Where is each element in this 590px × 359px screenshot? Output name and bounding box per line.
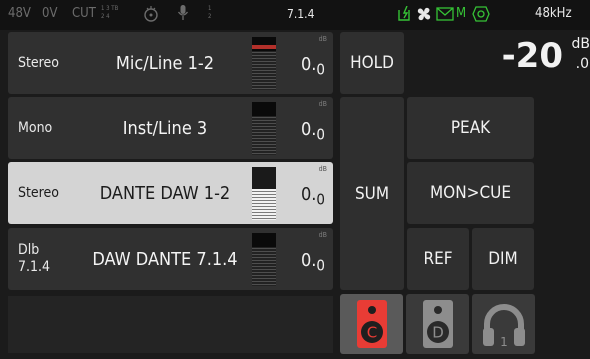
db-label: dB	[318, 165, 327, 173]
channel-row-mic-line[interactable]: Stereo Mic/Line 1-2 dB 0.0	[8, 32, 333, 94]
channel-type-line2: 7.1.4	[18, 259, 51, 275]
phantom-power-indicator: 48V	[8, 6, 31, 21]
db-label: dB	[318, 231, 327, 239]
level-meter	[252, 37, 276, 90]
empty-slot	[8, 296, 333, 353]
level-meter	[252, 102, 276, 155]
mic-fraction-top: 1	[208, 5, 212, 12]
settings-icon	[472, 6, 490, 22]
speaker-c-icon: C	[356, 300, 387, 348]
dim-button[interactable]: DIM	[472, 228, 534, 290]
gain-value: 0.0	[300, 184, 325, 209]
channel-type: Stereo	[18, 184, 60, 201]
gain-value: 0.0	[300, 119, 325, 144]
sample-rate: 48kHz	[535, 6, 572, 21]
speaker-d-icon: D	[422, 300, 453, 348]
fan-icon	[417, 7, 431, 21]
status-bar: 48V 0V CUT 1 3 TB 2 4 1 2 7.1.4 M 48kHz	[0, 0, 590, 30]
speaker-set-c-button[interactable]: C	[340, 294, 403, 354]
speaker-format-label: 7.1.4	[287, 7, 315, 21]
peak-button[interactable]: PEAK	[407, 97, 534, 159]
channel-type-line1: Dlb	[18, 242, 40, 258]
speaker-c-letter: C	[366, 324, 376, 342]
ref-button[interactable]: REF	[407, 228, 469, 290]
mic-fraction-bottom: 2	[208, 13, 212, 20]
headphone-icon: 1	[482, 304, 525, 349]
m-indicator: M	[456, 6, 467, 21]
channel-row-daw-dante-714[interactable]: Dlb 7.1.4 DAW DANTE 7.1.4 dB 0.0	[8, 228, 333, 290]
gain-value: 0.0	[300, 250, 325, 275]
channel-type: Stereo	[18, 54, 60, 71]
channel-type: Mono	[18, 119, 53, 136]
mon-cue-button[interactable]: MON>CUE	[407, 162, 534, 224]
channel-type: Dlb 7.1.4	[18, 228, 80, 290]
channel-name: Mic/Line 1-2	[115, 52, 215, 74]
level-meter	[252, 233, 276, 286]
microphone-icon	[177, 5, 189, 20]
hold-button[interactable]: HOLD	[340, 32, 404, 94]
headphone-number: 1	[500, 335, 508, 349]
channel-row-inst-line[interactable]: Mono Inst/Line 3 dB 0.0	[8, 97, 333, 159]
db-label: dB	[318, 35, 327, 43]
speaker-d-letter: D	[432, 324, 444, 342]
mail-icon	[436, 7, 454, 21]
level-unit-bottom: .0	[575, 56, 589, 72]
speaker-set-d-button[interactable]: D	[406, 294, 469, 354]
channel-name: DANTE DAW 1-2	[99, 182, 231, 204]
channel-name: Inst/Line 3	[122, 117, 208, 139]
db-label: dB	[318, 100, 327, 108]
gain-value: 0.0	[300, 54, 325, 79]
talkback-icon	[144, 6, 158, 22]
channel-name: DAW DANTE 7.1.4	[92, 248, 238, 270]
cut-channels-top: 1 3 TB	[101, 5, 119, 12]
level-meter	[252, 167, 276, 220]
cut-indicator: CUT	[72, 6, 96, 21]
zero-volt-indicator: 0V	[42, 6, 58, 21]
sum-button[interactable]: SUM	[340, 97, 404, 290]
channel-row-dante-daw[interactable]: Stereo DANTE DAW 1-2 dB 0.0	[8, 162, 333, 224]
headphone-button[interactable]: 1	[472, 294, 535, 354]
battery-charging-icon	[398, 6, 410, 21]
level-value: -20	[501, 36, 563, 76]
level-unit-top: dB	[571, 36, 590, 52]
cut-channels-bottom: 2 4	[101, 13, 110, 20]
